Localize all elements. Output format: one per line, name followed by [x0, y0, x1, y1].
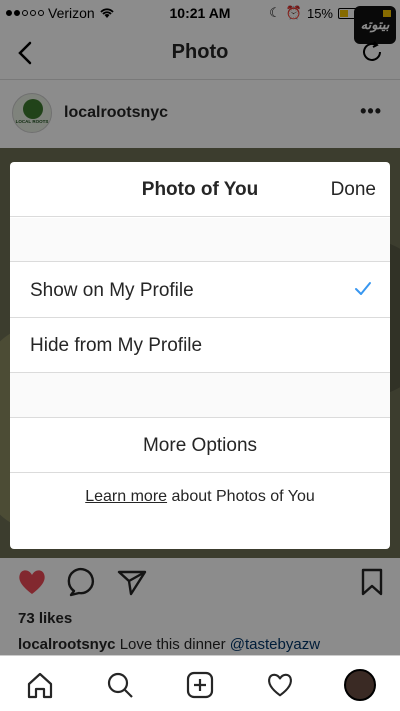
learn-more-footer: Learn more about Photos of You [10, 474, 390, 549]
option-hide-from-profile[interactable]: Hide from My Profile [10, 318, 390, 373]
tab-bar [0, 655, 400, 711]
checkmark-icon [355, 282, 371, 295]
profile-avatar [344, 669, 376, 701]
home-icon [27, 672, 53, 699]
done-button[interactable]: Done [331, 179, 376, 201]
add-post-icon [186, 671, 214, 699]
more-options-label: More Options [142, 435, 258, 456]
tab-add[interactable] [183, 668, 217, 702]
option-label: Hide from My Profile [30, 335, 203, 356]
option-label: Show on My Profile [30, 280, 194, 301]
option-show-on-profile[interactable]: Show on My Profile [10, 263, 390, 318]
section-spacer [10, 218, 390, 262]
heart-outline-icon [268, 673, 292, 697]
sheet-header: Photo of You Done [10, 162, 390, 217]
tab-home[interactable] [23, 668, 57, 702]
tab-profile[interactable] [343, 668, 377, 702]
search-icon [107, 672, 133, 698]
more-options-button[interactable]: More Options [10, 418, 390, 473]
learn-more-link[interactable]: Learn more [85, 488, 167, 505]
photo-of-you-sheet: Photo of You Done Show on My Profile Hid… [10, 162, 390, 549]
learn-more-text: about Photos of You [171, 488, 315, 505]
section-spacer [10, 373, 390, 418]
tab-activity[interactable] [263, 668, 297, 702]
tab-search[interactable] [103, 668, 137, 702]
